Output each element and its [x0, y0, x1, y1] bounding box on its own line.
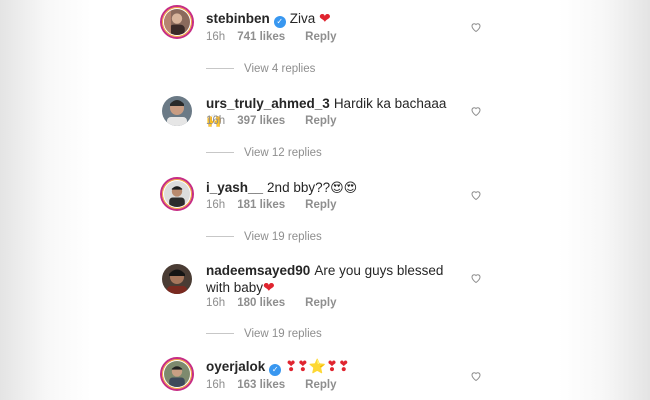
username[interactable]: stebinben — [206, 11, 270, 26]
avatar[interactable] — [162, 96, 192, 126]
replies-divider — [206, 236, 234, 238]
reply-button[interactable]: Reply — [305, 31, 336, 43]
timestamp: 16h — [206, 379, 226, 391]
username[interactable]: i_yash__ — [206, 180, 263, 195]
avatar-image — [164, 181, 190, 207]
likes-count[interactable]: 163 likes — [237, 379, 285, 391]
comment-text: Ziva — [289, 11, 320, 26]
comment-body: i_yash__ 2nd bby??😍😍 — [206, 179, 466, 196]
timestamp: 16h — [206, 199, 226, 211]
replies-divider — [206, 152, 234, 154]
likes-count[interactable]: 181 likes — [237, 199, 285, 211]
verified-badge-icon: ✓ — [273, 16, 286, 28]
avatar[interactable] — [160, 357, 194, 391]
verified-badge-icon: ✓ — [269, 364, 282, 376]
comment-meta: 16h 180 likes Reply — [206, 297, 336, 309]
view-replies-label: View 4 replies — [244, 63, 316, 75]
username[interactable]: oyerjalok — [206, 359, 265, 374]
heart-eyes-emoji: 😍😍 — [330, 180, 358, 195]
likes-count[interactable]: 741 likes — [237, 31, 285, 43]
view-replies-label: View 19 replies — [244, 231, 322, 243]
heart-outline-icon[interactable] — [470, 105, 482, 117]
view-replies-button[interactable]: View 4 replies — [206, 63, 315, 75]
comment-body: nadeemsayed90 Are you guys blessed with b… — [206, 262, 456, 296]
view-replies-button[interactable]: View 19 replies — [206, 328, 322, 340]
avatar-image — [162, 96, 192, 126]
avatar-image — [164, 361, 190, 387]
likes-count[interactable]: 397 likes — [237, 115, 285, 127]
view-replies-button[interactable]: View 19 replies — [206, 231, 322, 243]
likes-count[interactable]: 180 likes — [237, 297, 285, 309]
reply-button[interactable]: Reply — [305, 379, 336, 391]
replies-divider — [206, 333, 234, 335]
hearts-star-emoji: ❣❣⭐❣❣ — [285, 358, 350, 374]
view-replies-label: View 12 replies — [244, 147, 322, 159]
red-heart-emoji: ❤ — [263, 279, 275, 295]
replies-divider — [206, 68, 234, 70]
comment-meta: 16h 181 likes Reply — [206, 199, 336, 211]
heart-outline-icon[interactable] — [470, 370, 482, 382]
view-replies-label: View 19 replies — [244, 328, 322, 340]
comment-meta: 16h 741 likes Reply — [206, 31, 336, 43]
heart-outline-icon[interactable] — [470, 21, 482, 33]
timestamp: 16h — [206, 297, 226, 309]
reply-button[interactable]: Reply — [305, 115, 336, 127]
avatar-image — [162, 264, 192, 294]
reply-button[interactable]: Reply — [305, 199, 336, 211]
view-replies-button[interactable]: View 12 replies — [206, 147, 322, 159]
avatar[interactable] — [162, 264, 192, 294]
username[interactable]: nadeemsayed90 — [206, 263, 310, 278]
comment-meta: 16h 163 likes Reply — [206, 379, 336, 391]
avatar[interactable] — [160, 177, 194, 211]
red-heart-emoji: ❤ — [319, 10, 331, 26]
reply-button[interactable]: Reply — [305, 297, 336, 309]
heart-outline-icon[interactable] — [470, 272, 482, 284]
comment-meta: 16h 397 likes Reply — [206, 115, 336, 127]
comment-body: stebinben ✓ Ziva ❤ — [206, 10, 466, 28]
comment-body: oyerjalok ✓ ❣❣⭐❣❣ — [206, 358, 466, 376]
timestamp: 16h — [206, 31, 226, 43]
username[interactable]: urs_truly_ahmed_3 — [206, 96, 330, 111]
avatar[interactable] — [160, 5, 194, 39]
timestamp: 16h — [206, 115, 226, 127]
heart-outline-icon[interactable] — [470, 189, 482, 201]
comment-text: 2nd bby?? — [267, 180, 331, 195]
avatar-image — [164, 9, 190, 35]
comment-text: Hardik ka bachaaa — [333, 96, 447, 111]
